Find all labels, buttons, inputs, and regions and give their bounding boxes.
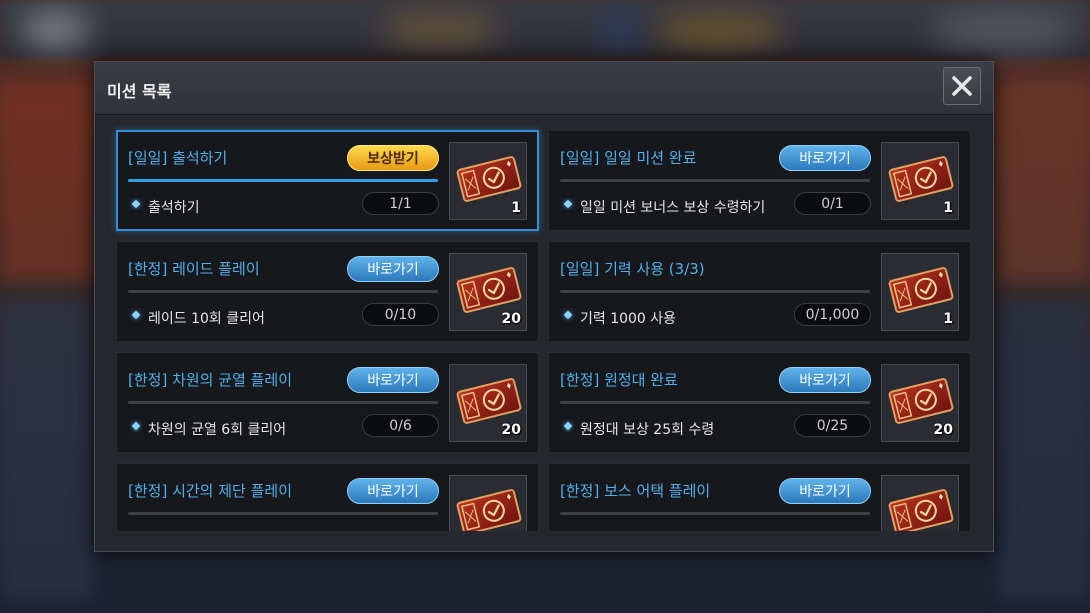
mission-title: [한정] 시간의 제단 플레이 [128, 482, 293, 500]
mission-title: [한정] 보스 어택 플레이 [560, 482, 711, 500]
mission-title: [일일] 일일 미션 완료 [560, 149, 697, 167]
diamond-bullet-icon [563, 199, 573, 209]
reward-slot[interactable]: 1 [881, 142, 959, 220]
reward-count: 20 [933, 422, 953, 438]
mission-title: [한정] 차원의 균열 플레이 [128, 371, 293, 389]
go-to-button[interactable]: 바로가기 [779, 145, 871, 171]
ticket-icon [456, 267, 522, 313]
progress-bar-fill [128, 179, 438, 182]
close-button[interactable] [943, 67, 981, 105]
mission-card[interactable]: [한정] 레이드 플레이 바로가기레이드 10회 클리어 0/10 20 [116, 241, 539, 342]
ticket-icon [456, 156, 522, 202]
progress-counter: 0/25 [794, 414, 871, 437]
reward-count: 20 [501, 422, 521, 438]
window-title: 미션 목록 [107, 82, 172, 101]
progress-bar [128, 179, 438, 182]
go-to-button[interactable]: 바로가기 [347, 478, 439, 504]
window-header: 미션 목록 [95, 62, 993, 115]
mission-card[interactable]: [한정] 시간의 제단 플레이 바로가기 [116, 463, 539, 531]
claim-reward-button[interactable]: 보상받기 [347, 145, 439, 171]
diamond-bullet-icon [131, 310, 141, 320]
mission-list[interactable]: [일일] 출석하기 보상받기 출석하기 1/1 1 [일일] 일일 미션 완료 바로가기… [95, 115, 993, 531]
progress-counter: 0/1,000 [794, 303, 871, 326]
ticket-icon [888, 267, 954, 313]
diamond-bullet-icon [131, 421, 141, 431]
diamond-bullet-icon [563, 310, 573, 320]
mission-objective: 일일 미션 보너스 보상 수령하기 [580, 200, 766, 216]
ticket-icon [888, 156, 954, 202]
mission-objective: 기력 1000 사용 [580, 311, 677, 327]
progress-bar [128, 512, 438, 515]
mission-objective: 원정대 보상 25회 수령 [580, 422, 715, 438]
mission-objective: 레이드 10회 클리어 [148, 311, 265, 327]
mission-title: [한정] 레이드 플레이 [128, 260, 260, 278]
progress-counter: 1/1 [362, 192, 439, 215]
reward-count: 20 [501, 311, 521, 327]
progress-bar [560, 290, 870, 293]
reward-slot[interactable]: 20 [449, 253, 527, 331]
reward-slot[interactable] [449, 475, 527, 531]
go-to-button[interactable]: 바로가기 [347, 367, 439, 393]
mission-title: [일일] 출석하기 [128, 149, 228, 167]
progress-bar [560, 401, 870, 404]
progress-counter: 0/10 [362, 303, 439, 326]
reward-count: 1 [943, 311, 953, 327]
progress-counter: 0/1 [794, 192, 871, 215]
reward-slot[interactable]: 1 [881, 253, 959, 331]
mission-card[interactable]: [일일] 출석하기 보상받기출석하기 1/1 1 [116, 130, 539, 231]
progress-counter: 0/6 [362, 414, 439, 437]
reward-slot[interactable]: 20 [449, 364, 527, 442]
progress-bar [128, 290, 438, 293]
mission-card[interactable]: [한정] 보스 어택 플레이 바로가기 [548, 463, 971, 531]
reward-slot[interactable]: 1 [449, 142, 527, 220]
ticket-icon [456, 489, 522, 531]
progress-bar [128, 401, 438, 404]
mission-title: [일일] 기력 사용 (3/3) [560, 260, 705, 278]
mission-title: [한정] 원정대 완료 [560, 371, 678, 389]
reward-slot[interactable]: 20 [881, 364, 959, 442]
mission-card[interactable]: [한정] 원정대 완료 바로가기원정대 보상 25회 수령 0/25 20 [548, 352, 971, 453]
blurred-top-bar [0, 0, 1090, 58]
diamond-bullet-icon [563, 421, 573, 431]
go-to-button[interactable]: 바로가기 [779, 478, 871, 504]
ticket-icon [888, 378, 954, 424]
mission-objective: 출석하기 [148, 200, 200, 216]
mission-card[interactable]: [일일] 일일 미션 완료 바로가기일일 미션 보너스 보상 수령하기 0/1 1 [548, 130, 971, 231]
reward-slot[interactable] [881, 475, 959, 531]
ticket-icon [456, 378, 522, 424]
mission-card[interactable]: [한정] 차원의 균열 플레이 바로가기차원의 균열 6회 클리어 0/6 20 [116, 352, 539, 453]
go-to-button[interactable]: 바로가기 [779, 367, 871, 393]
mission-card[interactable]: [일일] 기력 사용 (3/3) 기력 1000 사용 0/1,000 1 [548, 241, 971, 342]
close-icon [952, 76, 972, 96]
progress-bar [560, 512, 870, 515]
reward-count: 1 [511, 200, 521, 216]
ticket-icon [888, 489, 954, 531]
go-to-button[interactable]: 바로가기 [347, 256, 439, 282]
progress-bar [560, 179, 870, 182]
mission-objective: 차원의 균열 6회 클리어 [148, 422, 287, 438]
mission-list-window: 미션 목록 [일일] 출석하기 보상받기출석하기 1/1 1 [일일] 일일 미션 … [94, 61, 994, 552]
reward-count: 1 [943, 200, 953, 216]
diamond-bullet-icon [131, 199, 141, 209]
